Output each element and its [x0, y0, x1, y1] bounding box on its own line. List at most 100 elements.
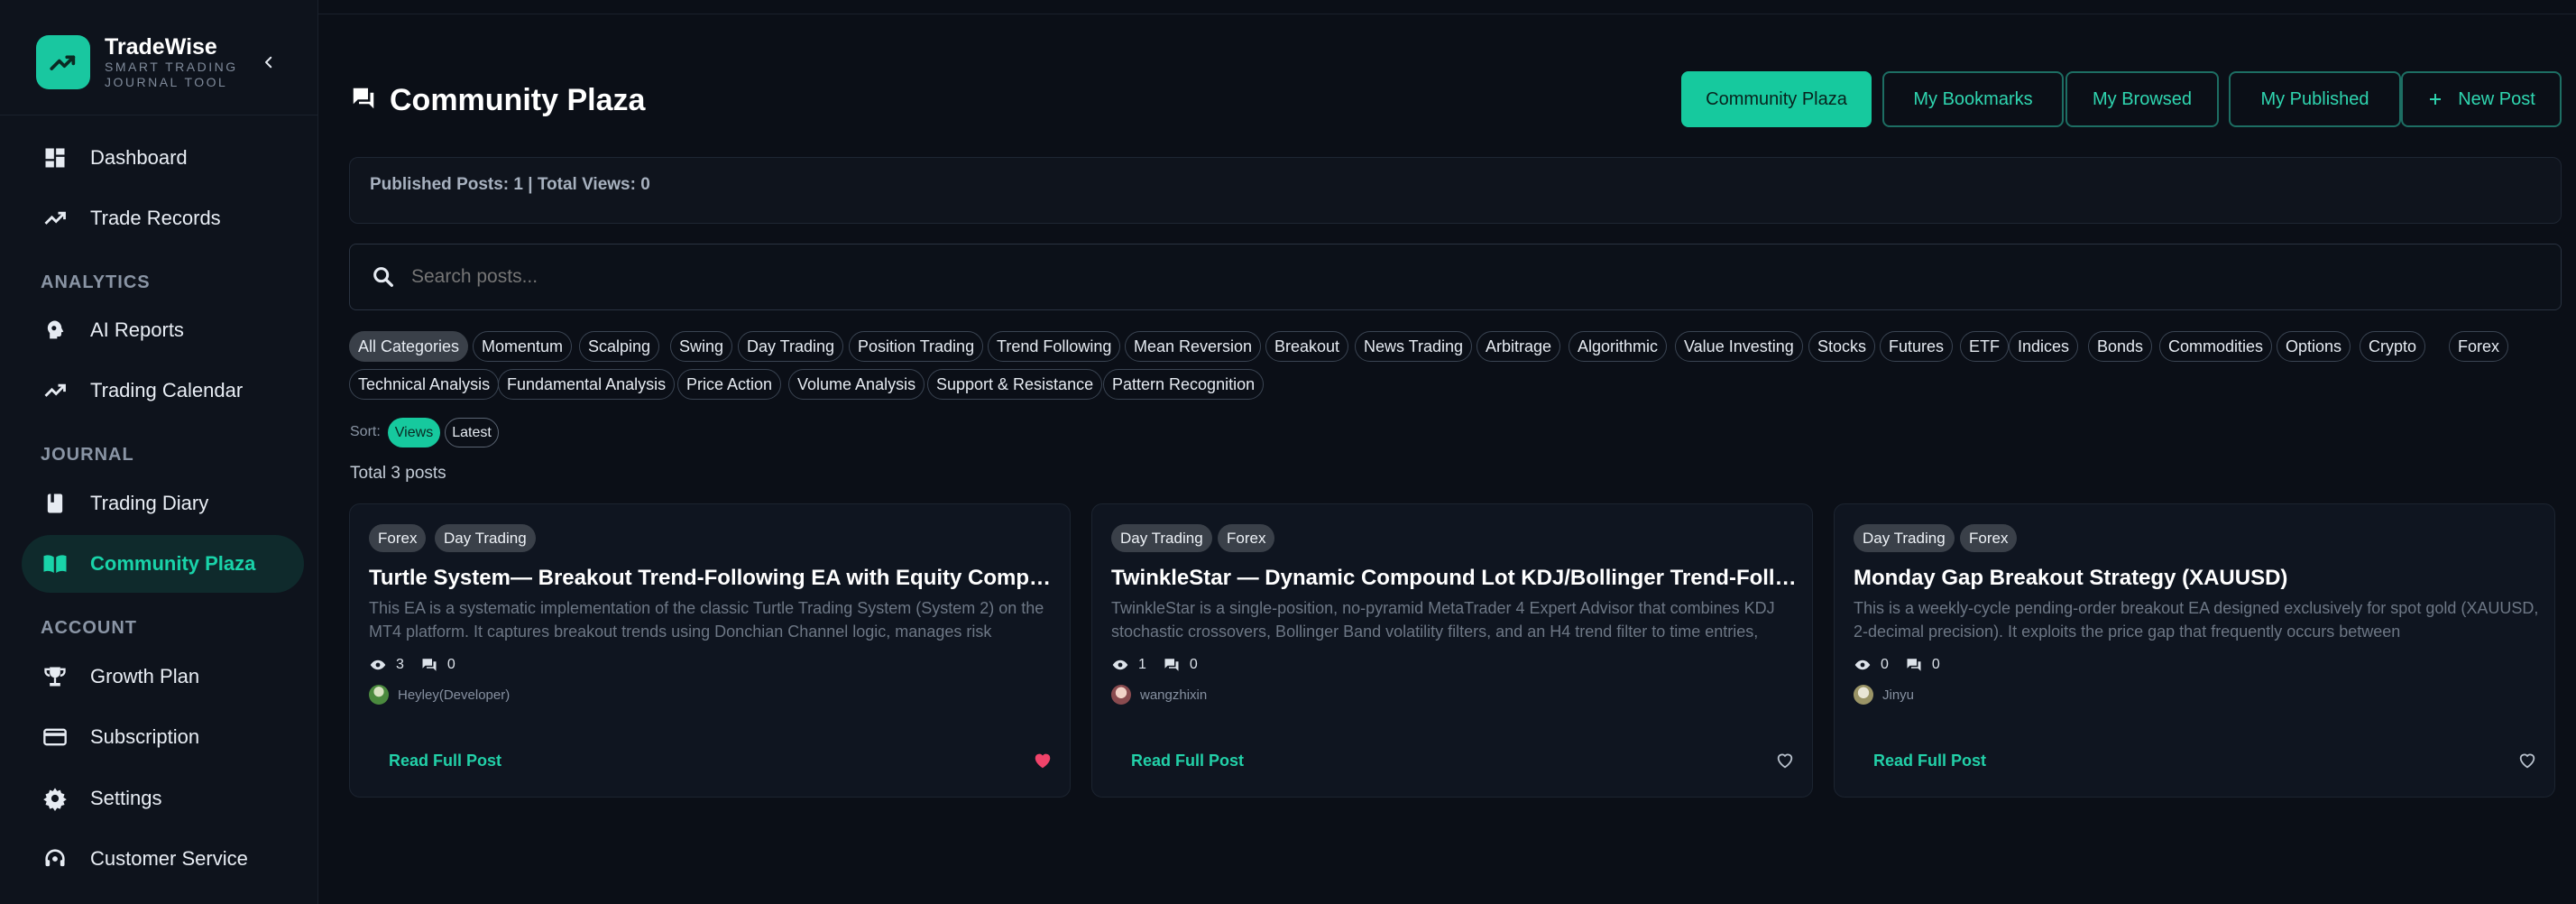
search-box[interactable]	[349, 244, 2562, 310]
post-tag[interactable]: Forex	[1218, 524, 1275, 552]
eye-icon	[1854, 656, 1872, 674]
sidebar-item-growth-plan[interactable]: Growth Plan	[22, 648, 304, 706]
post-card[interactable]: Day Trading Forex Monday Gap Breakout St…	[1834, 503, 2555, 798]
post-comments: 0	[1189, 657, 1198, 672]
post-card[interactable]: Forex Day Trading Turtle System— Breakou…	[349, 503, 1071, 798]
sidebar-item-trading-diary[interactable]: Trading Diary	[22, 475, 304, 532]
sort-latest[interactable]: Latest	[445, 418, 499, 447]
post-card[interactable]: Day Trading Forex TwinkleStar — Dynamic …	[1091, 503, 1813, 798]
section-account: ACCOUNT	[41, 618, 137, 638]
chip-arbitrage[interactable]: Arbitrage	[1477, 331, 1561, 362]
chip-futures[interactable]: Futures	[1880, 331, 1954, 362]
comment-icon	[420, 656, 438, 674]
chip-stocks[interactable]: Stocks	[1808, 331, 1876, 362]
sidebar-item-trade-records[interactable]: Trade Records	[22, 189, 304, 247]
sidebar-item-label: Growth Plan	[90, 665, 200, 687]
author-name: Jinyu	[1882, 687, 1915, 703]
avatar	[369, 685, 389, 705]
new-post-button[interactable]: New Post	[2401, 71, 2562, 127]
brand-logo-icon	[36, 35, 90, 89]
tab-community-plaza[interactable]: Community Plaza	[1681, 71, 1872, 127]
chip-scalping[interactable]: Scalping	[579, 331, 660, 362]
chip-position-trading[interactable]: Position Trading	[849, 331, 984, 362]
chip-mean-reversion[interactable]: Mean Reversion	[1125, 331, 1262, 362]
tab-my-bookmarks[interactable]: My Bookmarks	[1882, 71, 2064, 127]
post-title[interactable]: Turtle System— Breakout Trend-Following …	[369, 566, 1059, 591]
chip-news-trading[interactable]: News Trading	[1355, 331, 1473, 362]
author-name: wangzhixin	[1140, 687, 1208, 703]
chip-volume-analysis[interactable]: Volume Analysis	[788, 369, 925, 400]
total-posts: Total 3 posts	[350, 464, 446, 483]
chip-breakout[interactable]: Breakout	[1265, 331, 1349, 362]
post-author[interactable]: Heyley(Developer)	[369, 685, 510, 705]
chip-price-action[interactable]: Price Action	[677, 369, 782, 400]
chip-crypto[interactable]: Crypto	[2360, 331, 2426, 362]
read-full-post-link[interactable]: Read Full Post	[1131, 752, 1244, 770]
chip-algorithmic[interactable]: Algorithmic	[1569, 331, 1668, 362]
post-excerpt: TwinkleStar is a single-position, no-pyr…	[1111, 599, 1775, 641]
chip-support-resistance[interactable]: Support & Resistance	[927, 369, 1103, 400]
sidebar-item-ai-reports[interactable]: AI Reports	[22, 301, 304, 359]
sidebar-item-settings[interactable]: Settings	[22, 770, 304, 827]
section-analytics: ANALYTICS	[41, 272, 151, 292]
post-tag[interactable]: Forex	[369, 524, 427, 552]
post-tag[interactable]: Day Trading	[435, 524, 536, 552]
chip-options[interactable]: Options	[2277, 331, 2351, 362]
read-full-post-link[interactable]: Read Full Post	[389, 752, 501, 770]
chip-trend-following[interactable]: Trend Following	[988, 331, 1121, 362]
post-views: 1	[1138, 657, 1146, 672]
post-title[interactable]: Monday Gap Breakout Strategy (XAUUSD)	[1854, 566, 2544, 591]
sort-label: Sort:	[350, 424, 381, 439]
post-comments: 0	[1931, 657, 1940, 672]
post-author[interactable]: Jinyu	[1854, 685, 1914, 705]
post-title[interactable]: TwinkleStar — Dynamic Compound Lot KDJ/B…	[1111, 566, 1801, 591]
search-input[interactable]	[411, 266, 2486, 288]
post-excerpt: This EA is a systematic implementation o…	[369, 599, 1044, 641]
post-tag[interactable]: Day Trading	[1111, 524, 1212, 552]
page-header: Community Plaza	[350, 83, 645, 118]
trend-icon	[41, 205, 69, 232]
post-tag[interactable]: Day Trading	[1854, 524, 1955, 552]
brand[interactable]: TradeWise SMART TRADING JOURNAL TOOL	[36, 34, 240, 90]
chip-bonds[interactable]: Bonds	[2088, 331, 2153, 362]
sidebar-item-label: Trading Calendar	[90, 379, 244, 401]
stats-panel: Published Posts: 1 | Total Views: 0	[349, 157, 2562, 224]
chip-swing[interactable]: Swing	[670, 331, 733, 362]
heart-outline-icon[interactable]	[2516, 750, 2538, 771]
post-comments: 0	[446, 657, 455, 672]
author-name: Heyley(Developer)	[398, 687, 511, 703]
chip-etf[interactable]: ETF	[1960, 331, 2009, 362]
comment-icon	[1163, 656, 1181, 674]
sidebar-item-community-plaza[interactable]: Community Plaza	[22, 535, 304, 593]
chip-day-trading[interactable]: Day Trading	[738, 331, 844, 362]
chip-all-categories[interactable]: All Categories	[349, 331, 469, 362]
tab-my-published[interactable]: My Published	[2229, 71, 2401, 127]
chip-commodities[interactable]: Commodities	[2159, 331, 2273, 362]
tab-my-browsed[interactable]: My Browsed	[2065, 71, 2219, 127]
chip-fundamental-analysis[interactable]: Fundamental Analysis	[498, 369, 676, 400]
credit-card-icon	[41, 724, 69, 751]
post-author[interactable]: wangzhixin	[1111, 685, 1207, 705]
chip-momentum[interactable]: Momentum	[473, 331, 573, 362]
chip-technical-analysis[interactable]: Technical Analysis	[349, 369, 500, 400]
sidebar-item-subscription[interactable]: Subscription	[22, 708, 304, 766]
post-tag[interactable]: Forex	[1960, 524, 2018, 552]
heart-filled-icon[interactable]	[1032, 750, 1053, 771]
book-icon	[41, 490, 69, 517]
heart-outline-icon[interactable]	[1774, 750, 1796, 771]
avatar	[1111, 685, 1131, 705]
sidebar-item-dashboard[interactable]: Dashboard	[22, 129, 304, 187]
sort-views[interactable]: Views	[388, 418, 440, 447]
chip-pattern-recognition[interactable]: Pattern Recognition	[1103, 369, 1265, 400]
chip-forex[interactable]: Forex	[2449, 331, 2509, 362]
post-stats: 1 0	[1111, 656, 1198, 674]
sidebar-item-label: Customer Service	[90, 847, 248, 870]
plus-icon	[2430, 94, 2442, 105]
collapse-sidebar-button[interactable]	[257, 51, 281, 74]
read-full-post-link[interactable]: Read Full Post	[1873, 752, 1986, 770]
chip-indices[interactable]: Indices	[2009, 331, 2079, 362]
brand-subtitle: SMART TRADING JOURNAL TOOL	[105, 60, 238, 89]
sidebar-item-trading-calendar[interactable]: Trading Calendar	[22, 362, 304, 420]
sidebar-item-customer-service[interactable]: Customer Service	[22, 830, 304, 888]
chip-value-investing[interactable]: Value Investing	[1675, 331, 1803, 362]
